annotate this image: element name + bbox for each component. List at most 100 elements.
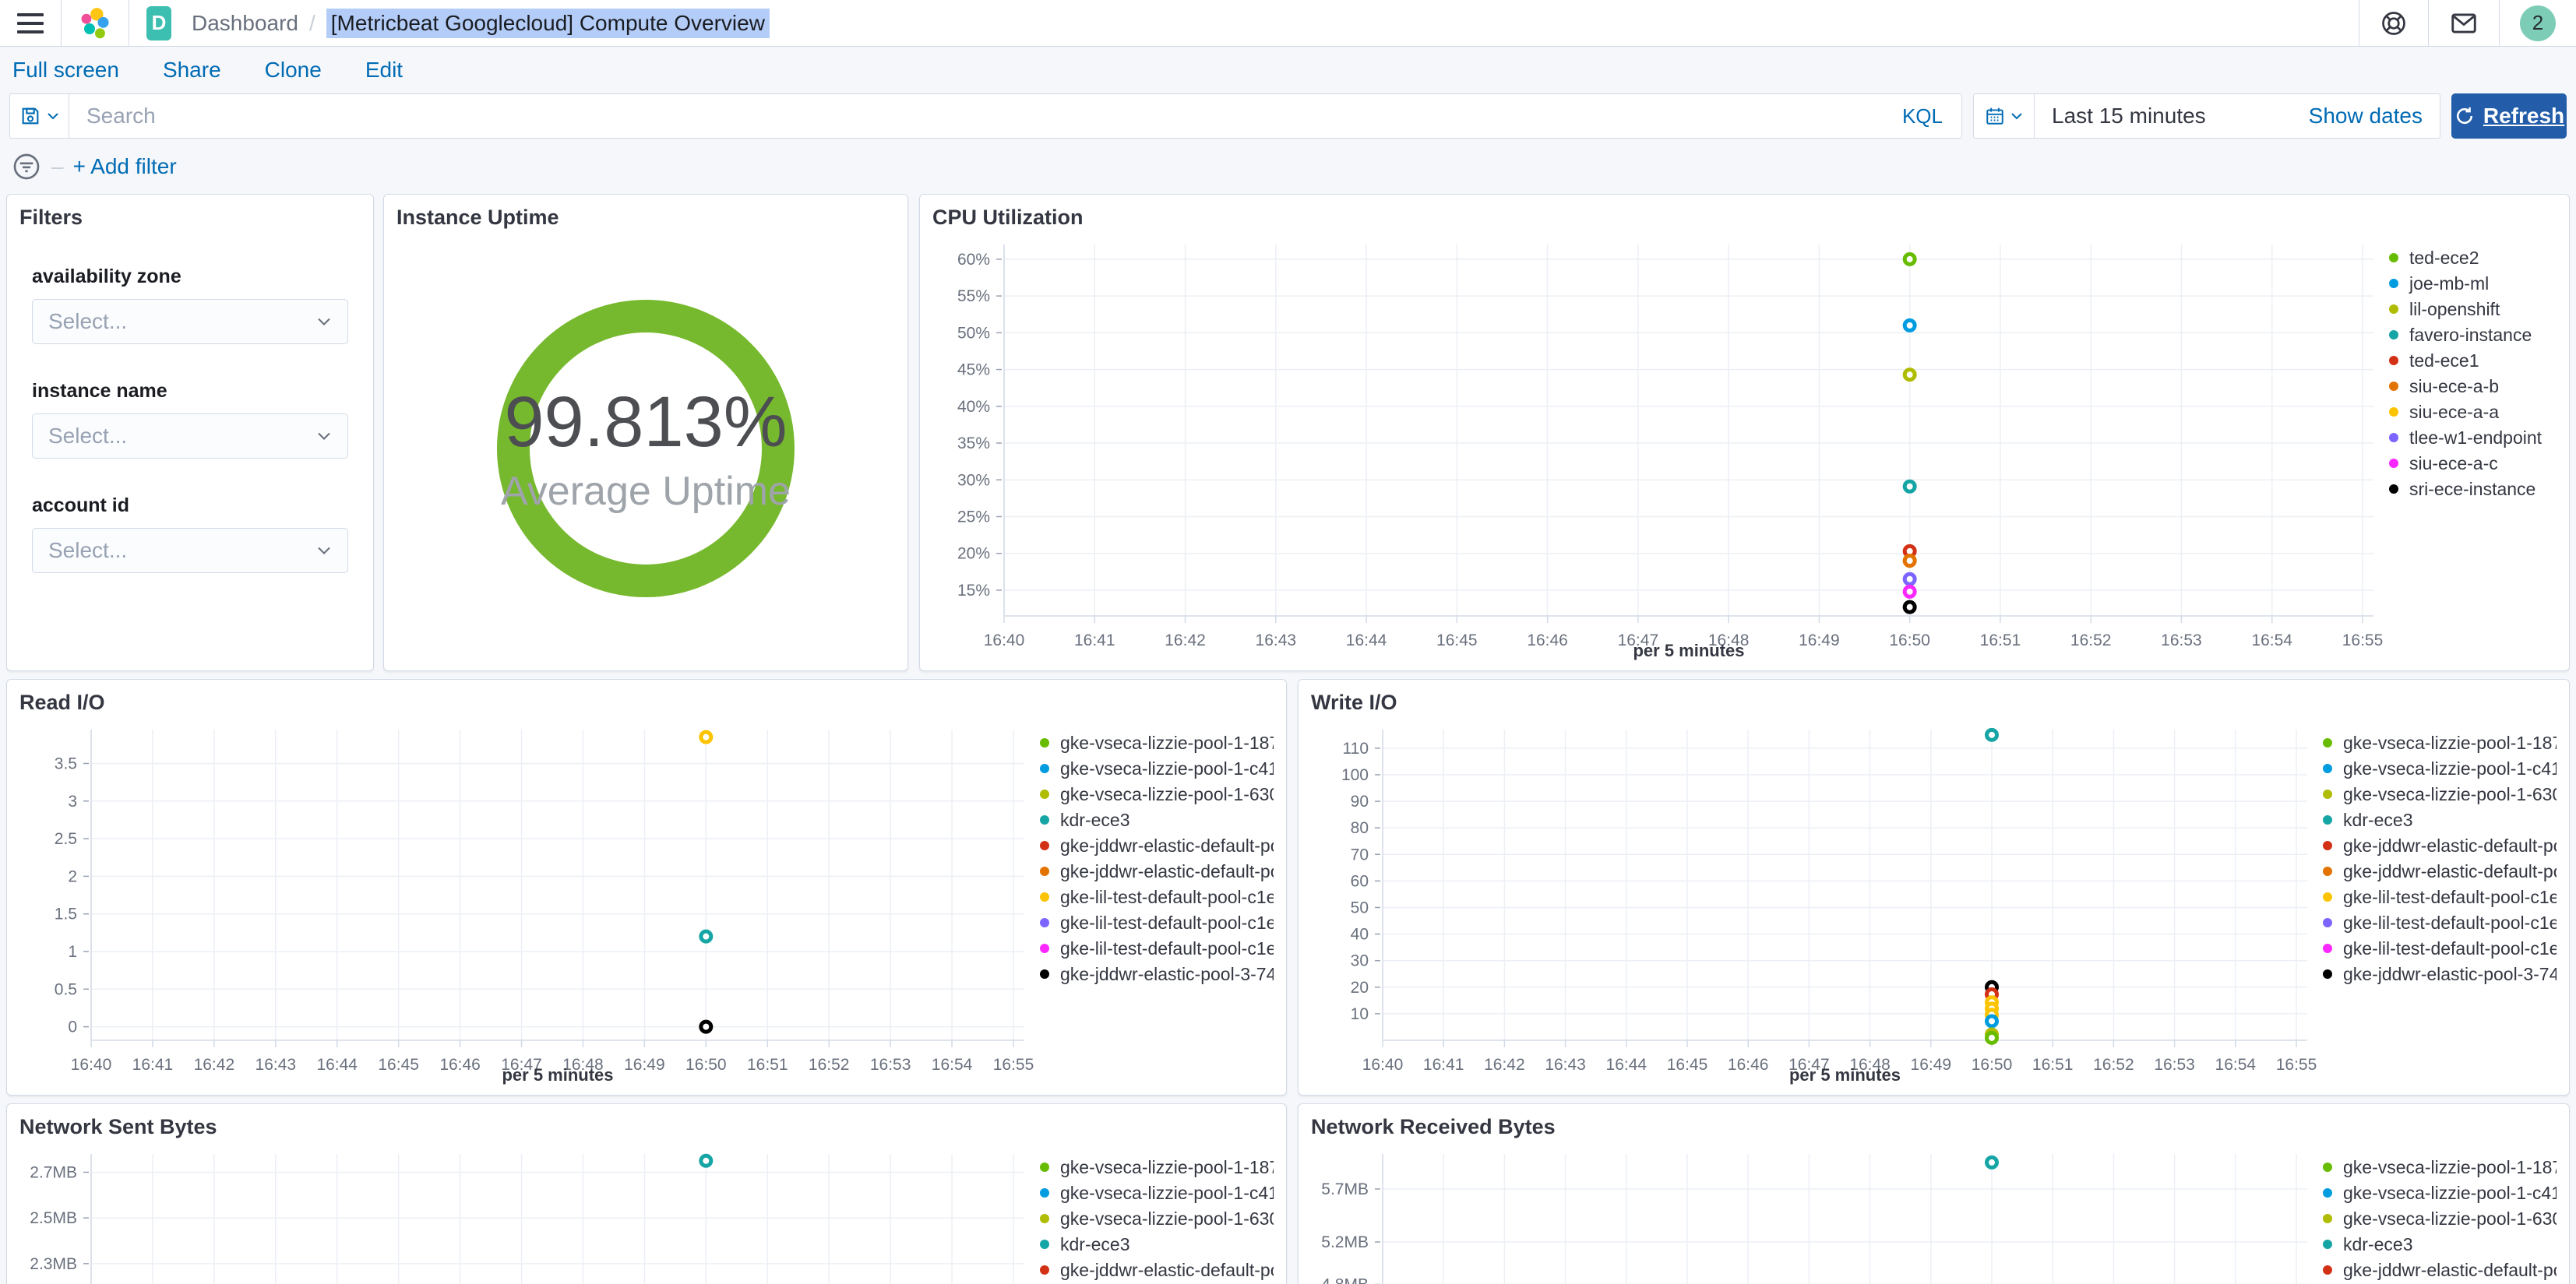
legend-item[interactable]: gke-vseca-lizzie-pool-1-630... xyxy=(1040,1208,1274,1229)
legend-item[interactable]: gke-jddwr-elastic-pool-3-74... xyxy=(2323,964,2557,984)
availability-zone-select[interactable]: Select... xyxy=(32,299,348,344)
legend-item[interactable]: kdr-ece3 xyxy=(2323,810,2557,830)
calendar-icon xyxy=(1986,107,2003,125)
y-axis-tick-label: 5.2MB xyxy=(1321,1233,1369,1251)
legend-item[interactable]: gke-lil-test-default-pool-c1e... xyxy=(1040,938,1274,959)
legend-item[interactable]: gke-vseca-lizzie-pool-1-630... xyxy=(2323,1208,2557,1229)
elastic-logo-icon[interactable] xyxy=(79,7,111,40)
legend-item[interactable]: gke-jddwr-elastic-default-po... xyxy=(2323,835,2557,856)
y-axis-tick-label: 60 xyxy=(1351,872,1369,890)
saved-query-menu-button[interactable] xyxy=(10,94,69,138)
data-point xyxy=(1902,572,1917,586)
time-range-value[interactable]: Last 15 minutes xyxy=(2035,104,2206,128)
legend-item[interactable]: kdr-ece3 xyxy=(2323,1234,2557,1254)
y-axis-tick-label: 70 xyxy=(1351,846,1369,864)
newsfeed-button[interactable] xyxy=(2428,0,2499,46)
uptime-label: Average Uptime xyxy=(501,469,791,514)
legend-item[interactable]: sri-ece-instance xyxy=(2389,479,2557,499)
legend-dot-icon xyxy=(2389,433,2398,442)
legend-item[interactable]: gke-jddwr-elastic-default-po... xyxy=(1040,1260,1274,1280)
legend-dot-icon xyxy=(1040,918,1049,927)
space-badge[interactable]: D xyxy=(146,5,171,40)
legend-item[interactable]: siu-ece-a-b xyxy=(2389,376,2557,396)
x-axis-tick-label: 16:50 xyxy=(1972,1056,2013,1074)
legend-item[interactable]: gke-vseca-lizzie-pool-1-1877... xyxy=(2323,733,2557,753)
share-link[interactable]: Share xyxy=(163,58,221,83)
x-axis-tick-label: 16:51 xyxy=(1980,631,2021,649)
legend-item[interactable]: tlee-w1-endpoint xyxy=(2389,427,2557,448)
legend-item[interactable]: gke-vseca-lizzie-pool-1-c417... xyxy=(2323,758,2557,779)
legend-item[interactable]: gke-jddwr-elastic-default-po... xyxy=(1040,835,1274,856)
edit-link[interactable]: Edit xyxy=(365,58,403,83)
chart-canvas: 16:4016:4116:4216:4316:4416:4516:4616:47… xyxy=(1341,727,2317,1085)
legend-item[interactable]: gke-lil-test-default-pool-c1e... xyxy=(1040,887,1274,907)
legend-item[interactable]: gke-jddwr-elastic-default-po... xyxy=(2323,861,2557,881)
legend-item[interactable]: siu-ece-a-c xyxy=(2389,453,2557,473)
x-axis-tick-label: 16:42 xyxy=(1165,631,1206,649)
menu-icon[interactable] xyxy=(17,12,44,33)
legend-item[interactable]: gke-lil-test-default-pool-c1e... xyxy=(1040,913,1274,933)
legend-item[interactable]: ted-ece1 xyxy=(2389,350,2557,371)
legend-item[interactable]: favero-instance xyxy=(2389,325,2557,345)
refresh-button[interactable]: Refresh xyxy=(2451,93,2567,139)
y-axis-tick-label: 3 xyxy=(68,793,77,811)
legend-dot-icon xyxy=(2323,892,2332,902)
add-filter-button[interactable]: + Add filter xyxy=(73,154,177,179)
panel-title: Filters xyxy=(19,206,83,229)
data-point xyxy=(1902,600,1917,614)
legend-item[interactable]: gke-jddwr-elastic-pool-3-74... xyxy=(1040,964,1274,984)
page-title[interactable]: [Metricbeat Googlecloud] Compute Overvie… xyxy=(326,8,770,38)
dashboard-grid: Filters availability zone Select... inst… xyxy=(0,188,2576,1284)
legend-item[interactable]: gke-lil-test-default-pool-c1e... xyxy=(2323,937,2557,959)
chevron-down-icon xyxy=(318,547,330,554)
legend-label: gke-jddwr-elastic-default-po... xyxy=(2343,835,2557,856)
account-button[interactable]: 2 xyxy=(2499,0,2559,46)
legend-label: gke-vseca-lizzie-pool-1-630... xyxy=(2343,783,2557,804)
legend-label: gke-lil-test-default-pool-c1e... xyxy=(2343,937,2557,959)
query-language-button[interactable]: KQL xyxy=(1902,104,1961,128)
x-axis-tick-label: 16:49 xyxy=(1799,631,1840,649)
legend-item[interactable]: lil-openshift xyxy=(2389,299,2557,319)
legend-item[interactable]: ted-ece2 xyxy=(2389,248,2557,268)
quick-select-menu-button[interactable] xyxy=(1974,94,2035,138)
data-point xyxy=(1902,584,1917,599)
read-io-chart: 16:40 16:41 16:42 16:43 16:44 16:45 16:46 16:47… xyxy=(19,719,1274,1087)
full-screen-link[interactable]: Full screen xyxy=(12,58,119,83)
help-button[interactable] xyxy=(2359,0,2428,46)
legend-item[interactable]: gke-lil-test-default-pool-c1e... xyxy=(2323,886,2557,907)
legend-item[interactable]: gke-vseca-lizzie-pool-1-1877... xyxy=(2323,1157,2557,1177)
panel-instance-uptime: Instance Uptime 99.813% Average Uptime xyxy=(383,194,908,671)
y-axis-tick-label: 40 xyxy=(1351,926,1369,944)
legend-item[interactable]: gke-jddwr-elastic-default-po... xyxy=(2323,1260,2557,1280)
show-dates-button[interactable]: Show dates xyxy=(2309,104,2440,128)
legend-item[interactable]: gke-vseca-lizzie-pool-1-c417... xyxy=(1040,1183,1274,1203)
legend-item[interactable]: gke-lil-test-default-pool-c1e... xyxy=(2323,913,2557,933)
breadcrumb-dashboard[interactable]: Dashboard xyxy=(192,11,298,36)
legend-item[interactable]: gke-vseca-lizzie-pool-1-1877... xyxy=(1040,1157,1274,1177)
search-input[interactable]: Search xyxy=(69,104,1902,128)
select-placeholder: Select... xyxy=(48,538,128,562)
legend-item[interactable]: gke-vseca-lizzie-pool-1-630... xyxy=(2323,783,2557,804)
y-axis-tick-label: 2.7MB xyxy=(30,1163,77,1181)
legend-label: gke-vseca-lizzie-pool-1-630... xyxy=(2343,1208,2557,1229)
legend-item[interactable]: kdr-ece3 xyxy=(1040,1234,1274,1254)
legend-item[interactable]: joe-mb-ml xyxy=(2389,273,2557,294)
mail-icon xyxy=(2451,12,2476,33)
legend-dot-icon xyxy=(2323,1265,2332,1275)
legend-label: gke-lil-test-default-pool-c1e... xyxy=(2343,886,2557,907)
legend-item[interactable]: gke-vseca-lizzie-pool-1-c417... xyxy=(2323,1183,2557,1203)
legend-item[interactable]: gke-vseca-lizzie-pool-1-630... xyxy=(1040,784,1274,804)
legend-dot-icon xyxy=(2323,738,2332,748)
chart-canvas: 16:4016:4116:4216:4316:4416:4516:4616:47… xyxy=(1321,1154,2307,1284)
clone-link[interactable]: Clone xyxy=(265,58,322,83)
x-axis-tick-label: 16:46 xyxy=(1728,1056,1769,1074)
filter-icon[interactable] xyxy=(11,151,42,182)
legend-item[interactable]: gke-jddwr-elastic-default-po... xyxy=(1040,861,1274,881)
account-id-select[interactable]: Select... xyxy=(32,528,348,573)
instance-name-select[interactable]: Select... xyxy=(32,413,348,459)
legend-item[interactable]: gke-vseca-lizzie-pool-1-c417... xyxy=(1040,758,1274,779)
legend-item[interactable]: gke-vseca-lizzie-pool-1-1877... xyxy=(1040,733,1274,753)
legend-item[interactable]: siu-ece-a-a xyxy=(2389,402,2557,422)
x-axis-tick-label: 16:55 xyxy=(2276,1056,2317,1074)
legend-item[interactable]: kdr-ece3 xyxy=(1040,810,1274,830)
